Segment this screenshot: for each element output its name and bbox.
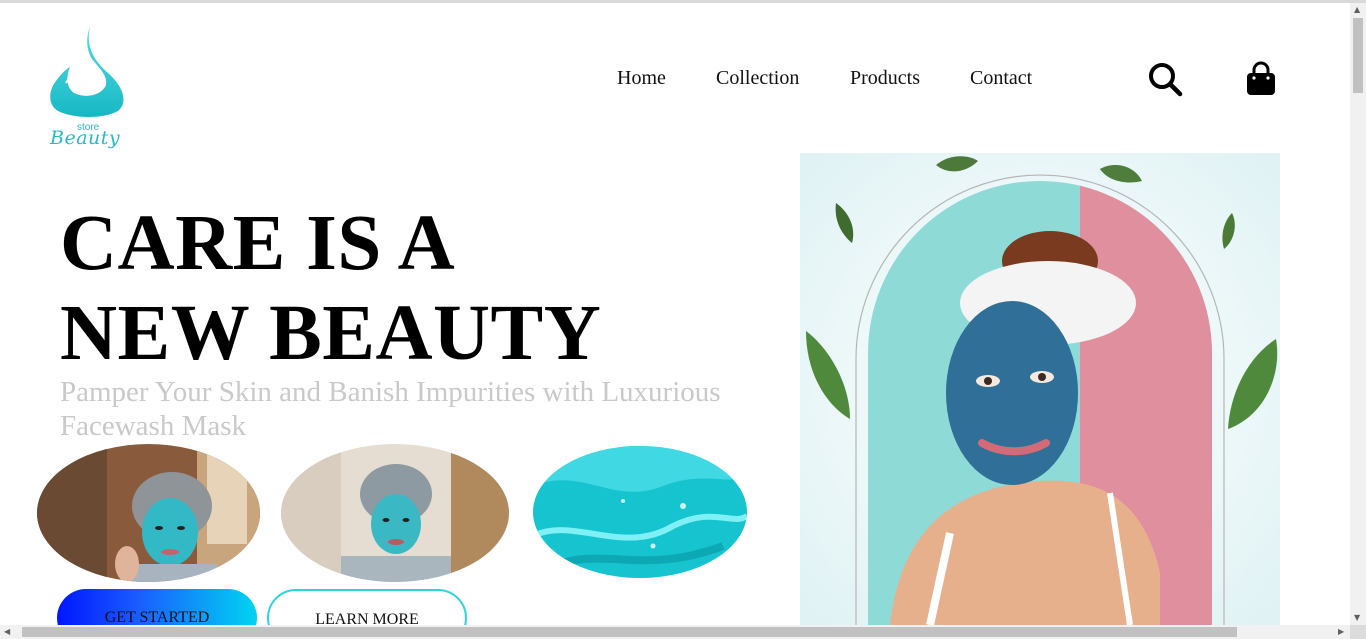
scroll-up-arrow-icon[interactable]: ▲ xyxy=(1354,5,1360,14)
cart-button[interactable] xyxy=(1244,61,1278,102)
scroll-left-arrow-icon[interactable]: ◀ xyxy=(4,627,10,636)
horizontal-scroll-thumb[interactable] xyxy=(22,627,1237,637)
learn-more-button[interactable]: LEARN MORE xyxy=(267,589,467,625)
hero-image xyxy=(800,153,1280,625)
hero-title-line-2: NEW BEAUTY xyxy=(60,290,602,377)
nav-contact[interactable]: Contact xyxy=(970,67,1032,90)
horizontal-scrollbar[interactable]: ◀ ▶ xyxy=(0,625,1350,639)
nav-collection[interactable]: Collection xyxy=(716,67,799,90)
scroll-right-arrow-icon[interactable]: ▶ xyxy=(1338,627,1344,636)
get-started-button[interactable]: GET STARTED xyxy=(57,589,257,625)
search-button[interactable] xyxy=(1147,61,1183,102)
get-started-label: GET STARTED xyxy=(104,609,210,625)
drop-logo-icon xyxy=(50,27,124,117)
search-icon xyxy=(1149,63,1183,97)
vertical-scroll-thumb[interactable] xyxy=(1353,18,1363,93)
vertical-scrollbar[interactable]: ▲ ▼ xyxy=(1350,3,1366,625)
scrollbar-corner xyxy=(1350,625,1366,639)
scroll-down-arrow-icon[interactable]: ▼ xyxy=(1354,613,1360,622)
page: store Beauty Home Collection Products Co… xyxy=(0,3,1350,625)
brand-logo[interactable]: store Beauty xyxy=(46,25,130,155)
thumbnail-mask-2 xyxy=(281,444,509,582)
hero-title: CARE IS A NEW BEAUTY xyxy=(60,199,601,379)
thumbnail-gel-texture xyxy=(533,446,747,578)
thumbnail-mask-1 xyxy=(37,444,260,582)
nav-home[interactable]: Home xyxy=(617,67,666,90)
nav-products[interactable]: Products xyxy=(850,67,920,90)
hero-subtitle: Pamper Your Skin and Banish Impurities w… xyxy=(60,376,721,442)
brand-name: Beauty xyxy=(50,127,121,149)
hero-title-line-1: CARE IS A xyxy=(60,200,456,287)
learn-more-label: LEARN MORE xyxy=(315,611,419,625)
shopping-bag-icon xyxy=(1247,61,1275,95)
